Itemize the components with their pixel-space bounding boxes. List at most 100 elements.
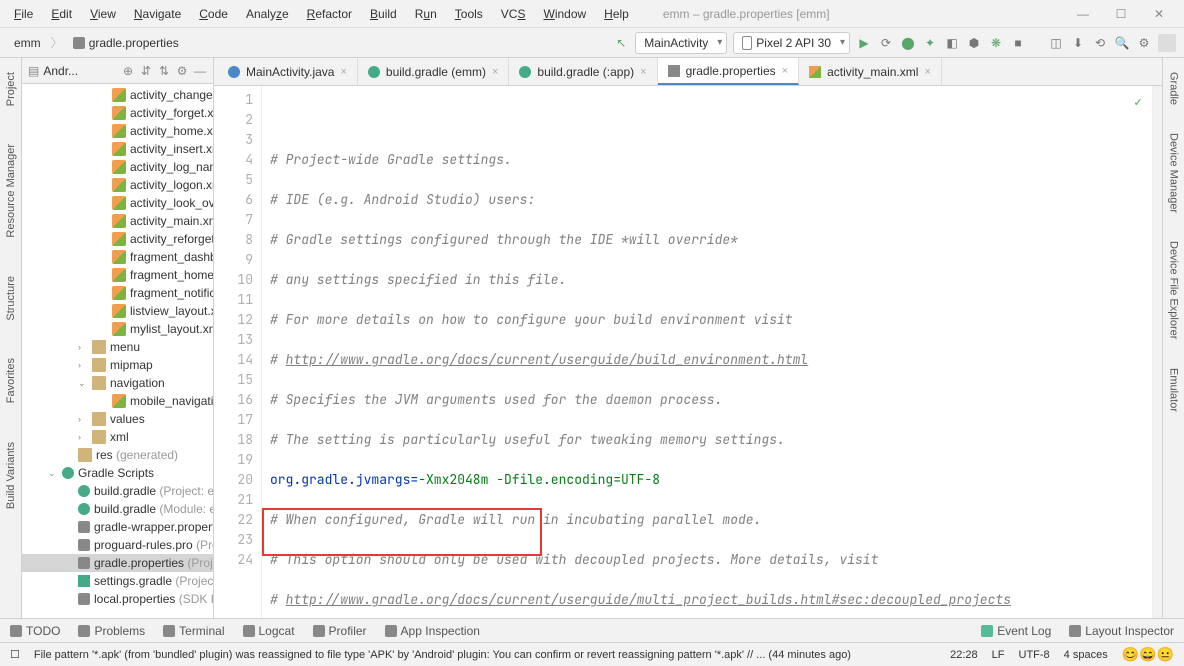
close-icon[interactable]: × [640, 66, 646, 78]
problems-tab[interactable]: Problems [78, 624, 145, 638]
run-button[interactable]: ▶ [856, 35, 872, 51]
close-icon[interactable]: × [782, 65, 788, 77]
menu-edit[interactable]: Edit [43, 4, 80, 24]
menu-navigate[interactable]: Navigate [126, 4, 189, 24]
tree-folder-res-gen[interactable]: res (generated) [22, 446, 213, 464]
collapse-icon[interactable]: ⇵ [139, 64, 153, 78]
tab-main-activity[interactable]: MainActivity.java× [218, 58, 358, 85]
tree-wrapper-properties[interactable]: gradle-wrapper.properties [22, 518, 213, 536]
tree-item-xml-file[interactable]: activity_insert.xml [22, 140, 213, 158]
maximize-button[interactable]: ☐ [1106, 4, 1136, 24]
close-icon[interactable]: × [492, 66, 498, 78]
tree-folder-mipmap[interactable]: ›mipmap [22, 356, 213, 374]
tree-folder-menu[interactable]: ›menu [22, 338, 213, 356]
hide-panel-icon[interactable]: — [193, 64, 207, 78]
sdk-button[interactable]: ⬇ [1070, 35, 1086, 51]
status-icon[interactable]: ☐ [10, 648, 20, 661]
run-config-dropdown[interactable]: MainActivity [635, 32, 727, 54]
tree-item-xml-file[interactable]: activity_change.xml [22, 86, 213, 104]
gear-icon[interactable]: ⚙ [175, 64, 189, 78]
sync-button[interactable]: ⟲ [1092, 35, 1108, 51]
structure-tab[interactable]: Structure [3, 272, 19, 325]
menu-view[interactable]: View [82, 4, 124, 24]
favorites-tab[interactable]: Favorites [3, 354, 19, 407]
project-tab[interactable]: Project [3, 68, 19, 110]
avd-button[interactable]: ◫ [1048, 35, 1064, 51]
tree-item-nav-file[interactable]: mobile_navigation.xml [22, 392, 213, 410]
tree-item-xml-file[interactable]: activity_home.xml [22, 122, 213, 140]
tree-item-xml-file[interactable]: activity_log_name.xml [22, 158, 213, 176]
code-link[interactable]: http://www.gradle.org/docs/current/userg… [286, 591, 1011, 608]
tree-item-xml-file[interactable]: fragment_home.xml [22, 266, 213, 284]
memory-indicator-icon[interactable]: 😊😄😐 [1122, 646, 1174, 663]
tree-folder-values[interactable]: ›values [22, 410, 213, 428]
debug-button[interactable]: ⬤ [900, 35, 916, 51]
layout-inspector-tab[interactable]: Layout Inspector [1069, 624, 1174, 638]
tab-build-gradle-app[interactable]: build.gradle (:app)× [509, 58, 657, 85]
tree-build-gradle-module[interactable]: build.gradle (Module: emm) [22, 500, 213, 518]
close-icon[interactable]: × [924, 66, 930, 78]
coverage-button[interactable]: ✦ [922, 35, 938, 51]
tree-build-gradle-project[interactable]: build.gradle (Project: emm) [22, 482, 213, 500]
scroll-from-source-icon[interactable]: ⊕ [121, 64, 135, 78]
gradle-tab[interactable]: Gradle [1166, 68, 1182, 109]
back-arrow-icon[interactable]: ↖ [613, 35, 629, 51]
app-inspection-tab[interactable]: App Inspection [385, 624, 480, 638]
breadcrumb-root[interactable]: emm [8, 34, 47, 52]
menu-tools[interactable]: Tools [447, 4, 491, 24]
tab-activity-main-xml[interactable]: activity_main.xml× [799, 58, 942, 85]
event-log-tab[interactable]: Event Log [981, 624, 1051, 638]
menu-help[interactable]: Help [596, 4, 637, 24]
tree-item-xml-file[interactable]: activity_main.xml [22, 212, 213, 230]
menu-vcs[interactable]: VCS [493, 4, 534, 24]
tree-item-xml-file[interactable]: activity_reforget.xml [22, 230, 213, 248]
logcat-tab[interactable]: Logcat [243, 624, 295, 638]
bug-button[interactable]: ❋ [988, 35, 1004, 51]
project-view-dropdown[interactable]: Andr... [43, 64, 117, 78]
stop-button[interactable]: ■ [1010, 35, 1026, 51]
indent-setting[interactable]: 4 spaces [1064, 649, 1108, 661]
profiler-tab[interactable]: Profiler [313, 624, 367, 638]
code-link[interactable]: http://www.gradle.org/docs/current/userg… [286, 351, 809, 368]
tree-item-xml-file[interactable]: listview_layout.xml [22, 302, 213, 320]
breadcrumb-file[interactable]: gradle.properties [67, 34, 185, 52]
menu-file[interactable]: File [6, 4, 41, 24]
avatar-icon[interactable] [1158, 34, 1176, 52]
menu-build[interactable]: Build [362, 4, 405, 24]
emulator-tab[interactable]: Emulator [1166, 364, 1182, 416]
tree-gradle-properties[interactable]: gradle.properties (Project Set [22, 554, 213, 572]
tree-folder-navigation[interactable]: ⌄navigation [22, 374, 213, 392]
search-icon[interactable]: 🔍 [1114, 35, 1130, 51]
terminal-tab[interactable]: Terminal [163, 624, 224, 638]
device-file-explorer-tab[interactable]: Device File Explorer [1166, 237, 1182, 343]
editor-body[interactable]: 123456789101112131415161718192021222324 … [214, 86, 1162, 618]
close-button[interactable]: ✕ [1144, 4, 1174, 24]
tree-item-xml-file[interactable]: activity_look_over.xml [22, 194, 213, 212]
todo-tab[interactable]: TODO [10, 624, 60, 638]
tab-gradle-properties[interactable]: gradle.properties× [658, 58, 800, 85]
menu-analyze[interactable]: Analyze [238, 4, 297, 24]
close-icon[interactable]: × [340, 66, 346, 78]
build-variants-tab[interactable]: Build Variants [3, 438, 19, 513]
tree-gradle-scripts[interactable]: ⌄Gradle Scripts [22, 464, 213, 482]
rerun-button[interactable]: ⟳ [878, 35, 894, 51]
tree-item-xml-file[interactable]: mylist_layout.xml [22, 320, 213, 338]
tree-item-xml-file[interactable]: activity_forget.xml [22, 104, 213, 122]
tree-local-properties[interactable]: local.properties (SDK Locat [22, 590, 213, 608]
menu-code[interactable]: Code [191, 4, 236, 24]
tree-folder-xml[interactable]: ›xml [22, 428, 213, 446]
menu-refactor[interactable]: Refactor [299, 4, 360, 24]
profile-button[interactable]: ◧ [944, 35, 960, 51]
device-dropdown[interactable]: Pixel 2 API 30 [733, 32, 850, 54]
tree-item-xml-file[interactable]: fragment_dashboard.xml [22, 248, 213, 266]
line-ending[interactable]: LF [992, 649, 1005, 661]
code-content[interactable]: ✓ # Project-wide Gradle settings. # IDE … [262, 86, 1152, 618]
gear-icon[interactable]: ⚙ [1136, 35, 1152, 51]
tree-item-xml-file[interactable]: activity_logon.xml [22, 176, 213, 194]
attach-button[interactable]: ⬢ [966, 35, 982, 51]
tree-proguard-rules[interactable]: proguard-rules.pro (ProGu [22, 536, 213, 554]
inspection-ok-icon[interactable]: ✓ [1134, 92, 1142, 112]
tab-build-gradle-emm[interactable]: build.gradle (emm)× [358, 58, 509, 85]
vertical-scrollbar[interactable] [1152, 86, 1162, 618]
tree-settings-gradle[interactable]: settings.gradle (Project Set [22, 572, 213, 590]
